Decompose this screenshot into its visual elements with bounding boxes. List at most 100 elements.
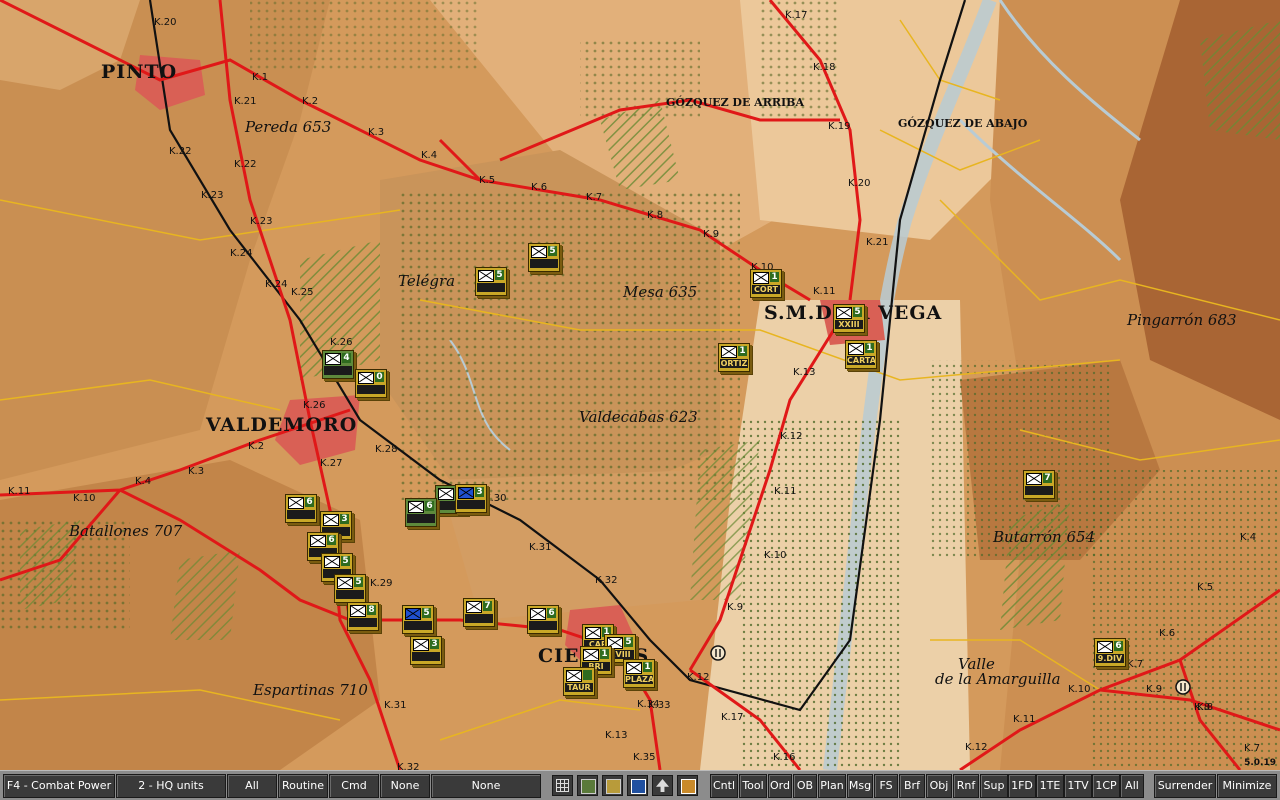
- rnf-button[interactable]: Rnf: [953, 774, 979, 798]
- 1cp-button[interactable]: 1CP: [1092, 774, 1120, 798]
- 1te-button[interactable]: 1TE: [1036, 774, 1064, 798]
- unit-counter[interactable]: 4: [322, 350, 354, 379]
- hq-icon: [1026, 473, 1042, 485]
- bottom-toolbar: F4 - Combat Power 2 - HQ units All Routi…: [0, 770, 1280, 800]
- surrender-button[interactable]: Surrender: [1154, 774, 1216, 798]
- show-all-button[interactable]: All: [1120, 774, 1144, 798]
- cntl-button[interactable]: Cntl: [710, 774, 738, 798]
- game-map[interactable]: PINTO VALDEMORO CIE ELOS S.M.D LA VEGA G…: [0, 0, 1280, 770]
- commander-icon[interactable]: [677, 775, 698, 796]
- km-marker: K.35: [633, 752, 656, 763]
- hill-pingarron: Pingarrón 683: [1127, 311, 1237, 329]
- km-marker: K.5: [1197, 582, 1214, 593]
- msg-button[interactable]: Msg: [847, 774, 873, 798]
- version-label: 5.0.19: [1244, 758, 1276, 768]
- sup-button[interactable]: Sup: [980, 774, 1008, 798]
- unit-counter[interactable]: 1 PLAZA: [623, 659, 655, 688]
- km-marker: K.2: [302, 96, 319, 107]
- km-marker: K.18: [813, 62, 836, 73]
- unit-counter[interactable]: 7: [463, 598, 495, 627]
- infantry-icon: [530, 608, 546, 620]
- infantry-icon: [358, 372, 374, 384]
- unit-counter[interactable]: 5: [402, 605, 434, 634]
- town-valdemoro: VALDEMORO: [206, 414, 358, 436]
- km-marker: K.2: [248, 441, 265, 452]
- unit-counter[interactable]: 5: [528, 243, 560, 272]
- grid-icon[interactable]: [552, 775, 573, 796]
- unit-counter[interactable]: 1 ORTIZ: [718, 343, 750, 372]
- unit-counter[interactable]: 3: [410, 636, 442, 665]
- infantry-icon: [585, 627, 601, 639]
- ord-button[interactable]: Ord: [768, 774, 792, 798]
- km-marker: K.4: [1240, 532, 1257, 543]
- fs-button[interactable]: FS: [874, 774, 898, 798]
- cmd-button[interactable]: Cmd: [329, 774, 379, 798]
- km-marker: K.17: [721, 712, 744, 723]
- filter-all-button[interactable]: All: [227, 774, 277, 798]
- routine-button[interactable]: Routine: [278, 774, 328, 798]
- tool-button[interactable]: Tool: [739, 774, 767, 798]
- infantry-icon: [1097, 641, 1113, 653]
- unit-counter[interactable]: 5 XXIII: [833, 304, 865, 333]
- plan-button[interactable]: Plan: [818, 774, 846, 798]
- obj-button[interactable]: Obj: [926, 774, 952, 798]
- brf-button[interactable]: Brf: [899, 774, 925, 798]
- km-marker: K.27: [320, 458, 343, 469]
- unit-counter[interactable]: 0: [355, 369, 387, 398]
- unit-counter[interactable]: 1 CORT: [750, 269, 782, 298]
- km-marker: K.32: [397, 762, 420, 770]
- none-button-1[interactable]: None: [380, 774, 430, 798]
- km-marker: K.9: [727, 602, 744, 613]
- unit-counter[interactable]: 5: [475, 267, 507, 296]
- infantry-icon: [466, 601, 482, 613]
- infantry-icon: [350, 605, 366, 617]
- km-marker: K.11: [1013, 714, 1036, 725]
- unit-counter[interactable]: 1 CARTA: [845, 340, 877, 369]
- km-marker: K.8: [647, 210, 664, 221]
- 1tv-button[interactable]: 1TV: [1064, 774, 1092, 798]
- km-marker: K.26: [303, 400, 326, 411]
- km-marker: K.22: [169, 146, 192, 157]
- hill-butarron: Butarrón 654: [993, 528, 1096, 546]
- unit-counter[interactable]: 7: [1023, 470, 1055, 499]
- hill-valdecabas: Valdecabas 623: [579, 408, 698, 426]
- infantry-icon: [324, 556, 340, 568]
- km-marker: K.10: [73, 493, 96, 504]
- unit-counter[interactable]: 6 9.DIV: [1094, 638, 1126, 667]
- km-marker: K.5: [479, 175, 496, 186]
- 1fd-button[interactable]: 1FD: [1008, 774, 1036, 798]
- km-marker: K.6: [1159, 628, 1176, 639]
- town-gozquez-abajo: GÓZQUEZ DE ABAJO: [898, 117, 1028, 130]
- unit-counter[interactable]: 3: [455, 484, 487, 513]
- km-marker: K.31: [529, 542, 552, 553]
- hq-units-button[interactable]: 2 - HQ units: [116, 774, 226, 798]
- terrain-icon[interactable]: [577, 775, 598, 796]
- unit-counter[interactable]: 8: [347, 602, 379, 631]
- unit-counter[interactable]: 6: [527, 605, 559, 634]
- units-icon[interactable]: [602, 775, 623, 796]
- infantry-icon: [531, 246, 547, 258]
- infantry-icon: [310, 535, 326, 547]
- hill-mesa: Mesa 635: [623, 283, 698, 301]
- km-marker: K.25: [291, 287, 314, 298]
- none-button-2[interactable]: None: [431, 774, 541, 798]
- arrow-up-icon[interactable]: [652, 775, 673, 796]
- hill-telegrafo: Telégra: [398, 272, 456, 290]
- hill-pereda: Pereda 653: [245, 118, 332, 136]
- infantry-icon: [566, 670, 582, 682]
- km-marker: K.34: [637, 699, 660, 710]
- unit-counter[interactable]: TAUR: [563, 667, 595, 696]
- infantry-icon: [323, 514, 339, 526]
- km-marker: K.30: [484, 493, 507, 504]
- km-marker: K.12: [687, 672, 710, 683]
- landmark-icon: [710, 645, 726, 661]
- unit-counter[interactable]: 6: [405, 498, 437, 527]
- km-marker: K.28: [375, 444, 398, 455]
- unit-counter[interactable]: 6: [285, 494, 317, 523]
- landmark-icon: [1175, 679, 1191, 695]
- ob-button[interactable]: OB: [793, 774, 817, 798]
- combat-power-button[interactable]: F4 - Combat Power: [3, 774, 115, 798]
- minimize-button[interactable]: Minimize: [1217, 774, 1277, 798]
- upload-icon[interactable]: [627, 775, 648, 796]
- unit-counter[interactable]: 5: [334, 574, 366, 603]
